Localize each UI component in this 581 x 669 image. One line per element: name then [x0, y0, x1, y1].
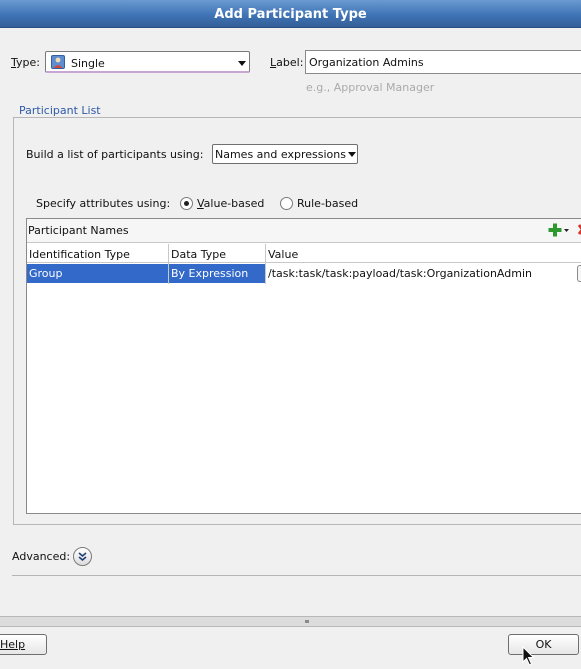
expression-builder-button[interactable] — [577, 265, 581, 282]
rule-based-label[interactable]: Rule-based — [297, 197, 358, 210]
column-header-value[interactable]: Value — [268, 248, 298, 261]
table-header-row: Identification Type Data Type Value — [27, 244, 581, 263]
label-hint: e.g., Approval Manager — [306, 81, 435, 94]
table-title: Participant Names — [28, 224, 129, 237]
cell-value[interactable]: /task:task/task:payload/task:Organizatio… — [266, 264, 581, 283]
grip-icon — [305, 620, 309, 623]
build-list-value: Names and expressions — [215, 148, 346, 161]
table-row[interactable]: Group By Expression /task:task/task:payl… — [27, 264, 581, 283]
specify-attributes-label: Specify attributes using: — [36, 197, 171, 210]
participant-list-legend: Participant List — [17, 104, 103, 117]
label-input-value: Organization Admins — [309, 56, 424, 69]
chevron-down-icon — [238, 61, 246, 66]
column-header-data-type[interactable]: Data Type — [171, 248, 226, 261]
value-based-radio[interactable] — [180, 197, 193, 210]
mouse-cursor-icon — [522, 646, 535, 666]
table-toolbar: Participant Names — [27, 219, 581, 243]
advanced-expand-button[interactable] — [73, 547, 92, 566]
value-based-label[interactable]: Value-based — [197, 197, 264, 210]
type-combobox[interactable]: Single — [45, 51, 250, 73]
chevron-down-icon — [348, 152, 356, 157]
cell-identification-type[interactable]: Group — [27, 264, 168, 283]
build-list-label: Build a list of participants using: — [26, 148, 204, 161]
label-label: Label: — [270, 56, 304, 69]
add-icon[interactable] — [548, 222, 570, 239]
label-input[interactable]: Organization Admins — [305, 50, 581, 74]
type-label: Type: — [11, 56, 40, 69]
advanced-separator — [12, 575, 581, 576]
type-value: Single — [71, 57, 105, 70]
dialog-title: Add Participant Type — [214, 7, 367, 22]
build-list-combobox[interactable]: Names and expressions — [212, 144, 358, 164]
cell-data-type[interactable]: By Expression — [169, 264, 265, 283]
splitter[interactable] — [0, 616, 581, 627]
ok-button[interactable]: OK — [508, 634, 579, 655]
help-button[interactable]: Help — [0, 634, 47, 655]
advanced-label: Advanced: — [12, 550, 71, 563]
dialog-titlebar: Add Participant Type — [0, 0, 581, 28]
person-icon — [51, 55, 65, 69]
column-header-identification-type[interactable]: Identification Type — [29, 248, 130, 261]
participant-names-table: Participant Names Identification Type Da… — [26, 218, 581, 514]
double-chevron-down-icon — [78, 552, 87, 562]
delete-icon[interactable] — [576, 223, 581, 237]
radio-dot-icon — [184, 201, 189, 206]
rule-based-radio[interactable] — [280, 197, 293, 210]
